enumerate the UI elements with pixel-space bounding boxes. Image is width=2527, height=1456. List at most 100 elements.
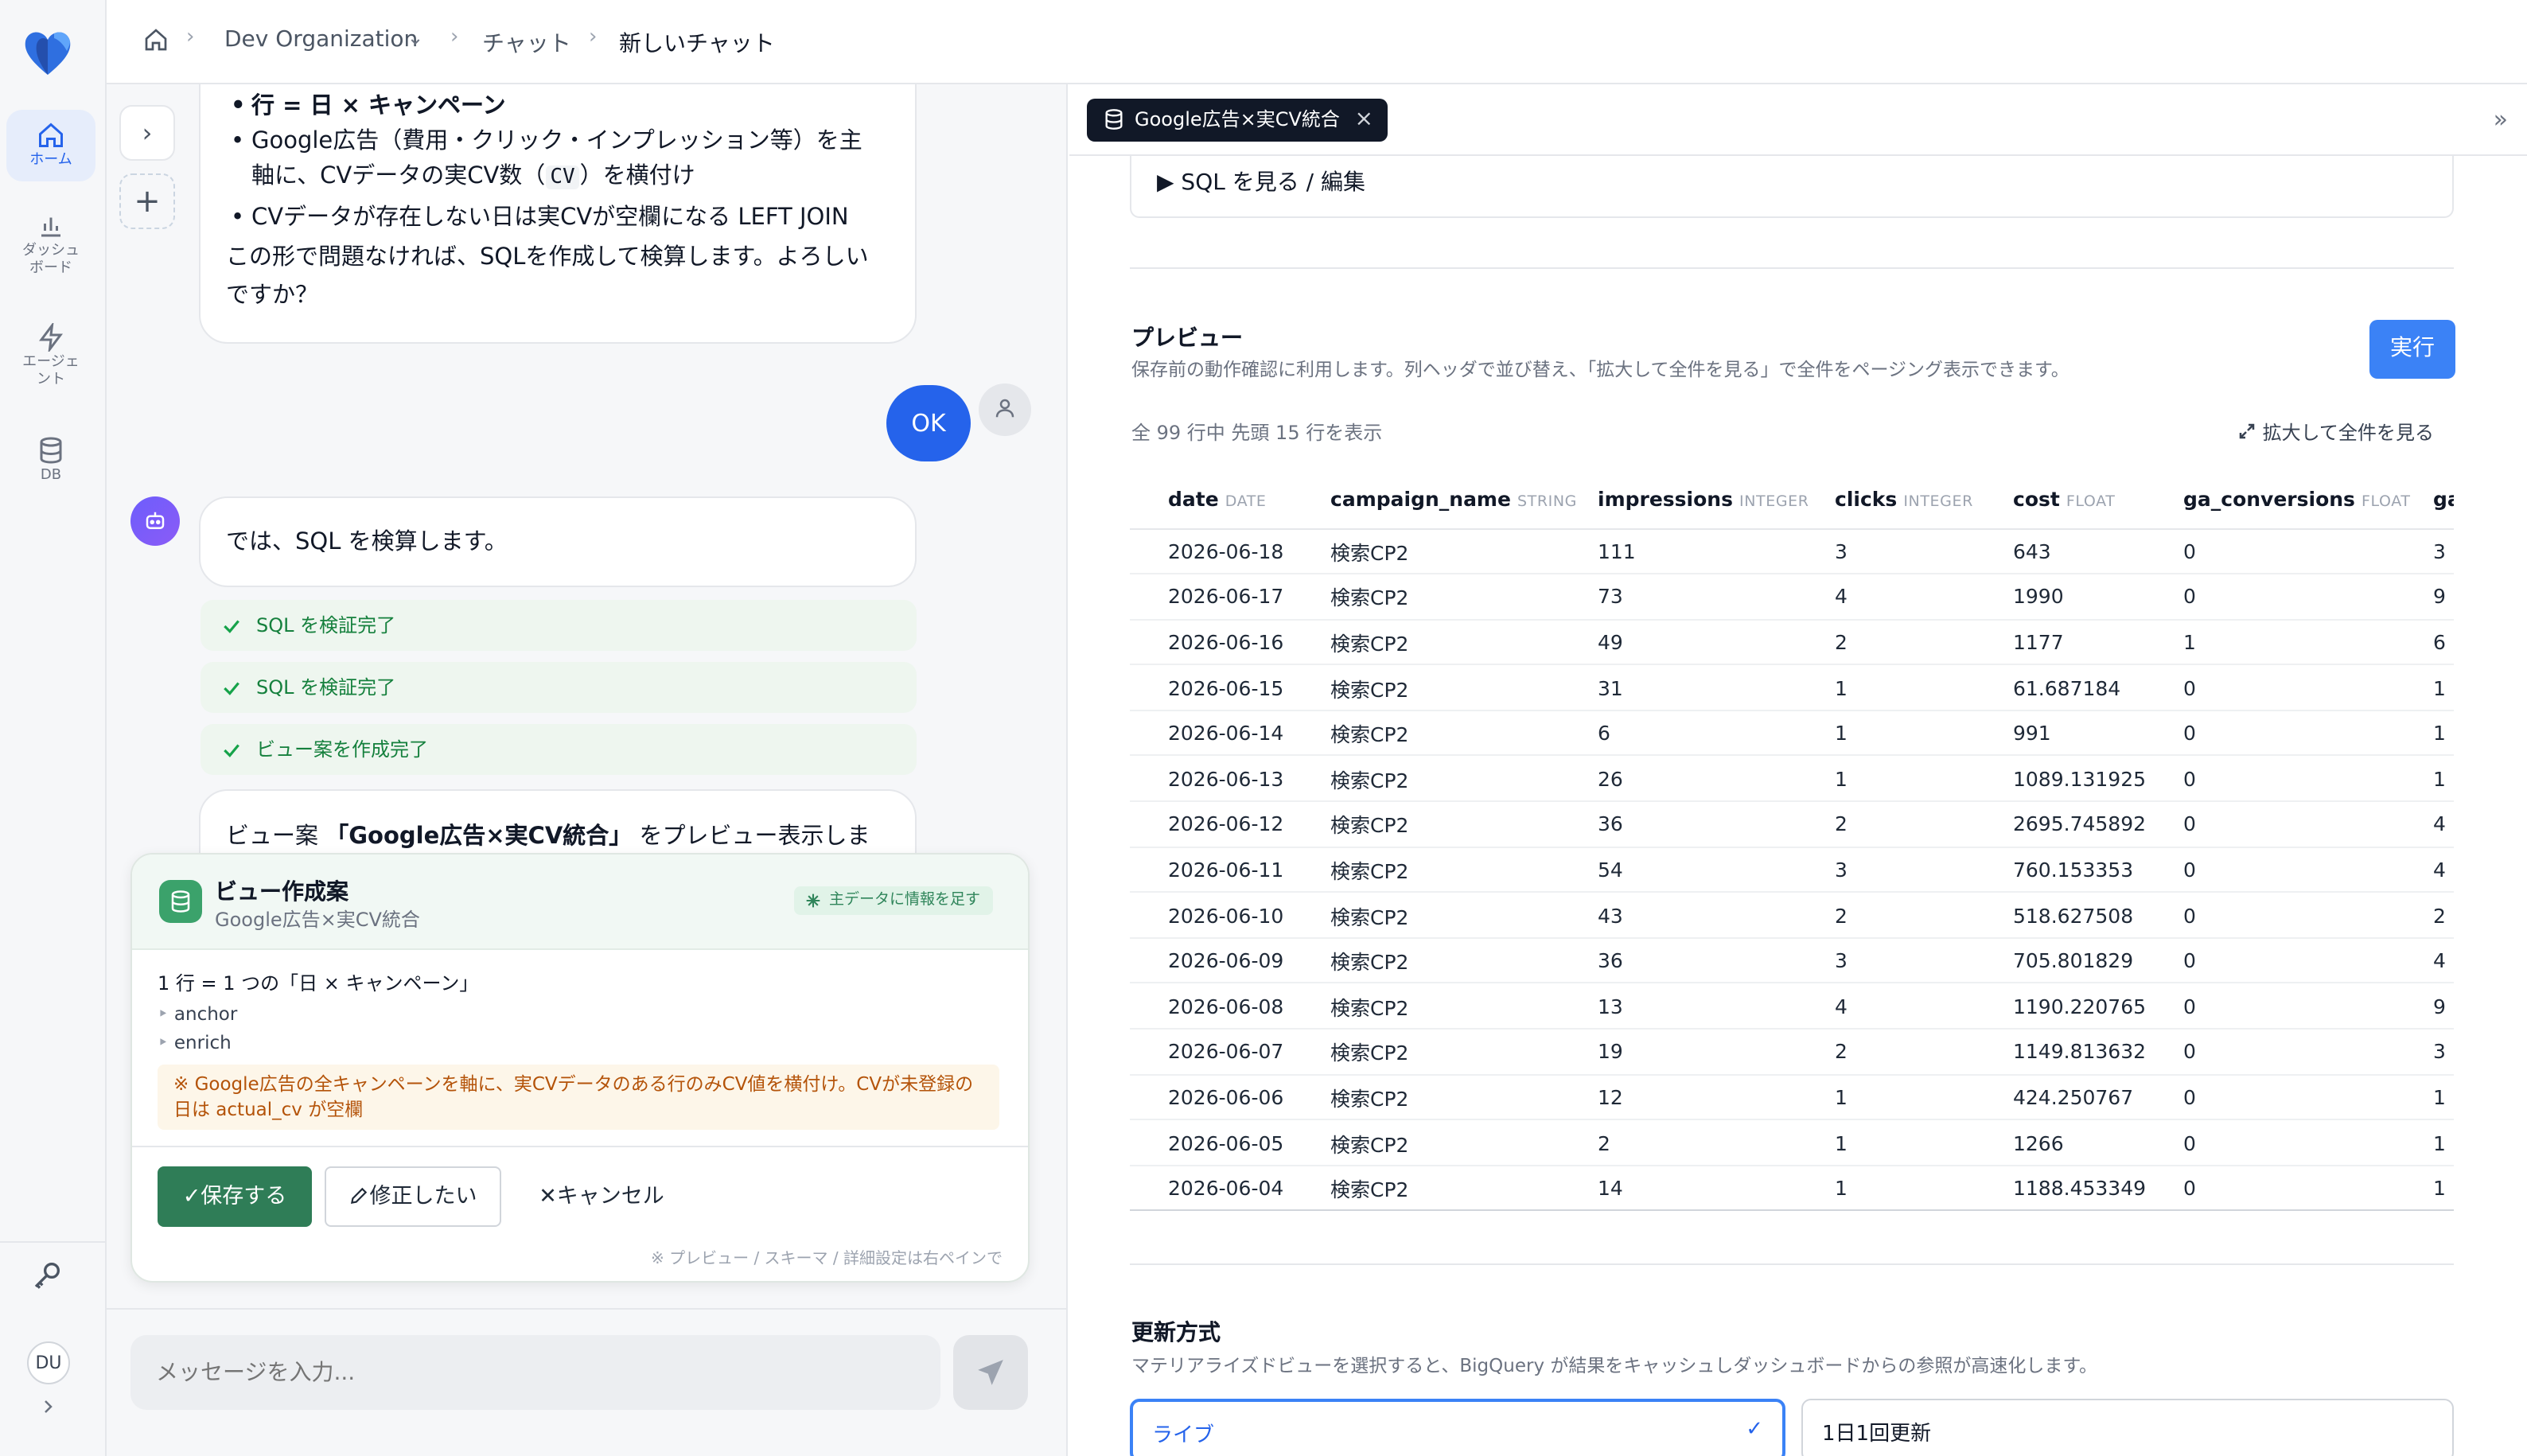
table-cell: 2026-06-11 — [1130, 847, 1330, 893]
table-cell: 518.627508 — [2013, 892, 2183, 939]
breadcrumb-current: 新しいチャット — [619, 32, 775, 57]
expand-all-link[interactable]: 拡大して全件を見る — [2237, 419, 2434, 446]
rail-db-label: DB — [40, 468, 62, 484]
table-cell: 26 — [1598, 755, 1835, 803]
table-cell: 2026-06-05 — [1130, 1119, 1330, 1166]
refresh-option-daily[interactable]: 1日1回更新 — [1801, 1399, 2454, 1456]
column-header[interactable]: date DATE — [1130, 469, 1330, 529]
edit-button[interactable]: 修正したい — [325, 1166, 501, 1227]
step-label: ビュー案を作成完了 — [256, 738, 429, 761]
expand-sidebar-button[interactable]: › — [119, 105, 175, 161]
grain-text: 1 行 = 1 つの「日 × キャンペーン」 — [158, 972, 479, 995]
close-icon[interactable]: × — [1354, 99, 1373, 142]
save-button[interactable]: ✓保存する — [158, 1166, 312, 1227]
table-cell: 2026-06-14 — [1130, 710, 1330, 757]
table-cell: 検索CP2 — [1330, 528, 1598, 575]
column-header[interactable]: ga — [2433, 469, 2454, 529]
view-tab[interactable]: Google広告×実CV統合 × — [1087, 99, 1388, 142]
table-cell: 0 — [2183, 710, 2433, 757]
table-cell: 1 — [2433, 710, 2454, 757]
card-header: ビュー作成案 Google広告×実CV統合 主データに情報を足す — [132, 855, 1028, 950]
message-text-line: この形で問題なければ、SQLを作成して検算します。よろしい — [226, 245, 869, 271]
table-cell: 19 — [1598, 1029, 1835, 1076]
table-cell: 検索CP2 — [1330, 1165, 1598, 1212]
table-cell: 1 — [2433, 755, 2454, 803]
list-item: CVデータが存在しない日は実CVが空欄になる LEFT JOIN — [226, 200, 890, 236]
rail-divider — [0, 1241, 107, 1243]
user-icon — [995, 399, 1014, 418]
list-item-text: ）を横付け — [579, 164, 695, 189]
table-row: 2026-06-05 検索CP2 2 1 1266 0 1 — [1130, 1119, 2454, 1166]
new-chat-button[interactable]: + — [119, 173, 175, 229]
table-cell: 検索CP2 — [1330, 983, 1598, 1030]
chevron-right-icon[interactable] — [38, 1397, 57, 1416]
table-cell: 検索CP2 — [1330, 1119, 1598, 1166]
table-cell: 2 — [1598, 1119, 1835, 1166]
table-cell: 111 — [1598, 528, 1835, 575]
table-cell: 2 — [1835, 619, 2013, 666]
table-cell: 36 — [1598, 937, 1835, 984]
table-row: 2026-06-14 検索CP2 6 1 991 0 1 — [1130, 710, 2454, 757]
rail-agent-label-2: ント — [36, 372, 65, 388]
table-cell: 3 — [1835, 847, 2013, 893]
rail-db[interactable]: DB — [6, 436, 95, 493]
table-cell: 31 — [1598, 664, 1835, 711]
column-type: FLOAT — [2361, 492, 2411, 511]
table-cell: 検索CP2 — [1330, 847, 1598, 893]
table-cell: 1 — [1835, 755, 2013, 803]
column-type: INTEGER — [1739, 492, 1809, 511]
table-cell: 0 — [2183, 801, 2433, 848]
table-cell: 61.687184 — [2013, 664, 2183, 711]
column-header[interactable]: ga_conversions FLOAT — [2183, 469, 2433, 529]
row-count-info: 全 99 行中 先頭 15 行を表示 — [1131, 422, 1383, 444]
card-footer-note: ※ プレビュー / スキーマ / 詳細設定は右ペインで — [650, 1251, 1003, 1268]
table-cell: 2026-06-16 — [1130, 619, 1330, 666]
column-header[interactable]: impressions INTEGER — [1598, 469, 1835, 529]
table-cell: 2026-06-09 — [1130, 937, 1330, 984]
column-header[interactable]: cost FLOAT — [2013, 469, 2183, 529]
table-cell: 2695.745892 — [2013, 801, 2183, 848]
robot-icon — [146, 512, 165, 529]
step-label: SQL を検証完了 — [256, 676, 396, 699]
home-icon — [39, 123, 63, 147]
breadcrumb-org[interactable]: Dev Organization — [224, 27, 418, 53]
refresh-description: マテリアライズドビューを選択すると、BigQuery が結果をキャッシュしダッシ… — [1131, 1354, 2098, 1376]
table-cell: 2 — [2433, 892, 2454, 939]
breadcrumb-chat[interactable]: チャット — [482, 27, 571, 59]
send-button[interactable] — [953, 1335, 1028, 1410]
table-row: 2026-06-06 検索CP2 12 1 424.250767 0 1 — [1130, 1074, 2454, 1121]
rail-agent[interactable]: エージェ ント — [6, 323, 95, 403]
view-detail-pane: Google広告×実CV統合 × » ▶ SQL を見る / 編集 プレビュー … — [1069, 84, 2527, 1456]
list-item: 行 = 日 × キャンペーン — [226, 89, 890, 124]
step-label: SQL を検証完了 — [256, 614, 396, 637]
home-breadcrumb-icon[interactable] — [143, 27, 169, 53]
refresh-option-live[interactable]: ライブ ✓ — [1130, 1399, 1785, 1456]
assistant-message: 行 = 日 × キャンペーン Google広告（費用・クリック・インプレッション… — [199, 84, 917, 344]
collapse-pane-icon[interactable]: » — [2494, 105, 2508, 134]
chevron-down-icon[interactable] — [409, 35, 422, 48]
cancel-button[interactable]: ✕キャンセル — [530, 1166, 673, 1227]
table-cell: 1 — [2433, 1119, 2454, 1166]
user-avatar[interactable]: DU — [27, 1341, 70, 1384]
column-header[interactable]: campaign_name STRING — [1330, 469, 1598, 529]
table-cell: 991 — [2013, 710, 2183, 757]
table-cell: 0 — [2183, 528, 2433, 575]
table-cell: 2026-06-15 — [1130, 664, 1330, 711]
message-text: では、SQL を検算します。 — [226, 530, 508, 555]
rail-home[interactable]: ホーム — [6, 110, 95, 181]
key-icon[interactable] — [32, 1259, 64, 1291]
rail-dashboard[interactable]: ダッシュ ボード — [6, 212, 95, 291]
top-bar: › Dev Organization › チャット › 新しいチャット — [107, 0, 2527, 84]
message-text: この形で問題なければ、SQLを作成して検算します。よろしい ですか？ — [226, 239, 890, 315]
table-cell: 643 — [2013, 528, 2183, 575]
table-cell: 2 — [1835, 801, 2013, 848]
run-button[interactable]: 実行 — [2369, 320, 2455, 379]
sql-toggle[interactable]: ▶ SQL を見る / 編集 — [1130, 156, 2454, 218]
message-input[interactable] — [130, 1335, 940, 1410]
table-cell: 3 — [1835, 937, 2013, 984]
column-header[interactable]: clicks INTEGER — [1835, 469, 2013, 529]
table-row: 2026-06-07 検索CP2 19 2 1149.813632 0 3 — [1130, 1029, 2454, 1076]
column-name: cost — [2013, 486, 2060, 511]
table-cell: 9 — [2433, 574, 2454, 621]
table-cell: 1190.220765 — [2013, 983, 2183, 1030]
